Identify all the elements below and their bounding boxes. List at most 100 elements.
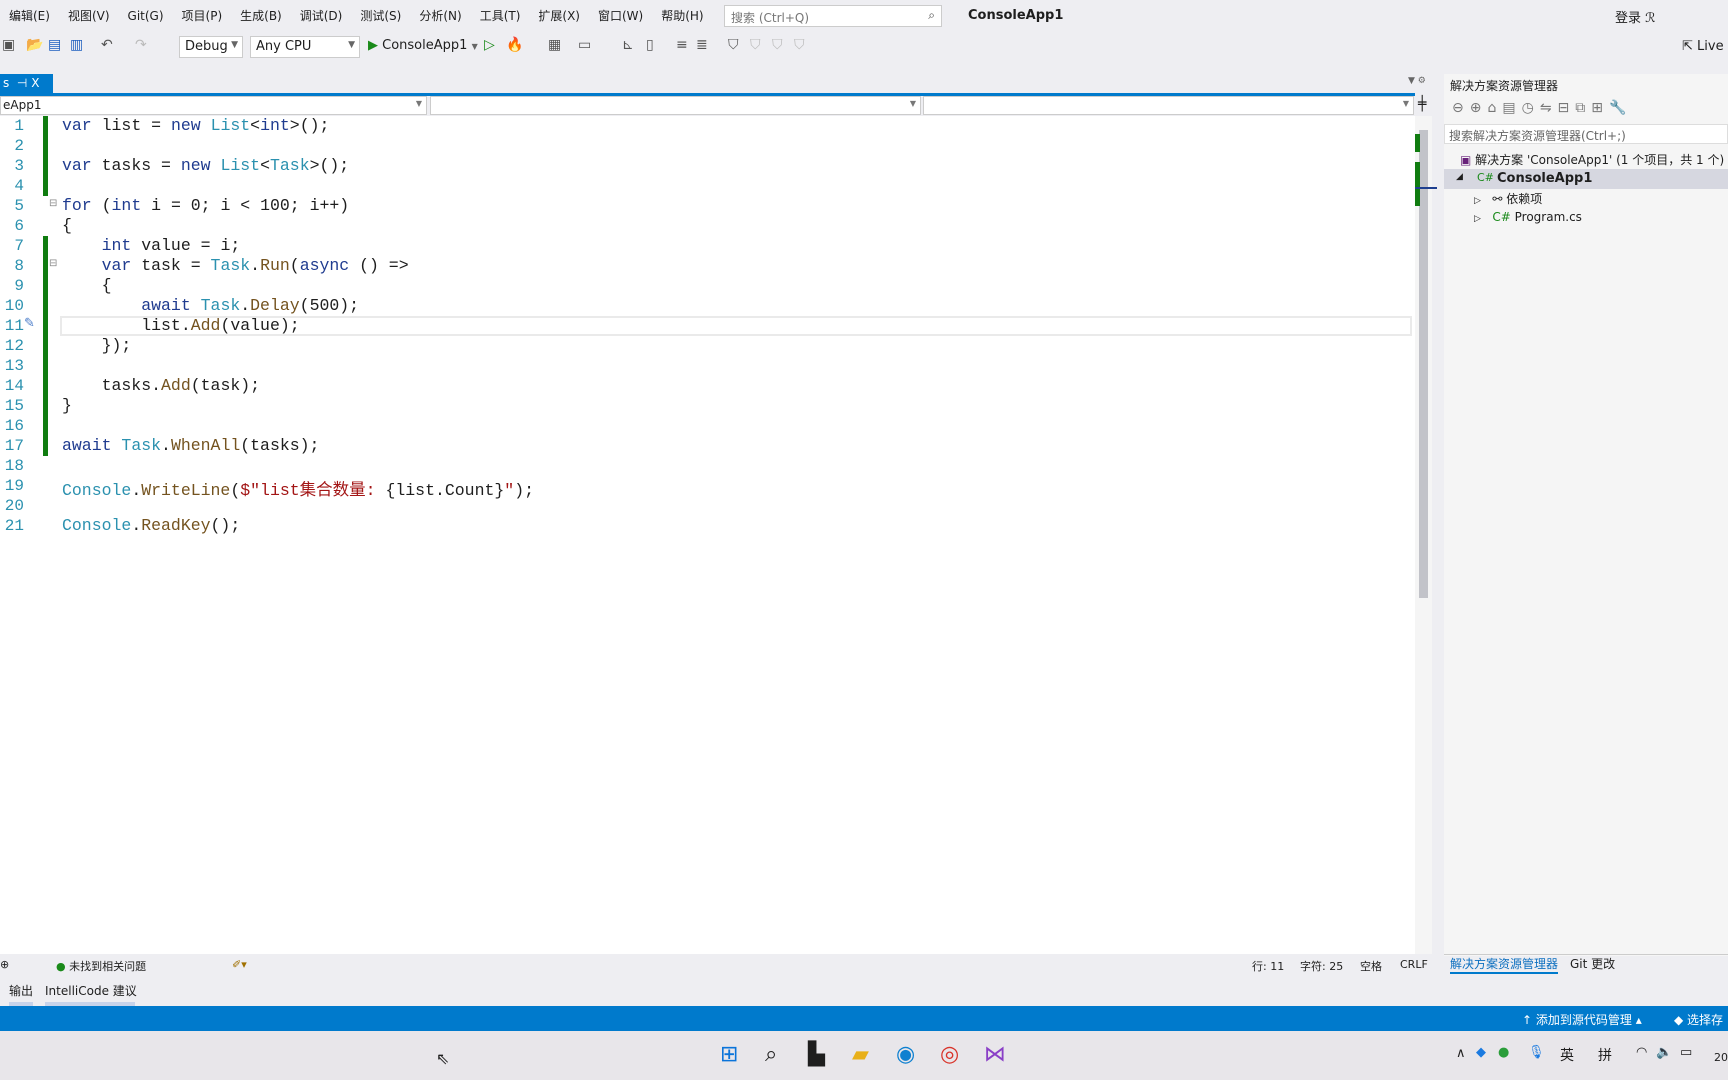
edge-icon[interactable]: ◉ [896, 1042, 915, 1067]
column-icon[interactable]: ▯ [646, 37, 654, 53]
configuration-dropdown[interactable]: Debug ▼ [179, 36, 243, 58]
solution-search-input[interactable]: 搜索解决方案资源管理器(Ctrl+;) [1444, 124, 1728, 144]
search-icon[interactable]: ⌕ [765, 1042, 777, 1067]
live-share-button[interactable]: ⇱ Live [1682, 39, 1724, 54]
solution-icon[interactable]: ▦ [548, 37, 561, 53]
whitespace-indicator[interactable]: 空格 [1360, 958, 1382, 974]
tab-git-changes[interactable]: Git 更改 [1570, 955, 1615, 972]
filter-icon[interactable]: ⊞ [1591, 100, 1609, 116]
search-input[interactable]: 搜索 (Ctrl+Q) ⌕ [724, 5, 942, 27]
uncomment-icon[interactable]: ≣ [696, 37, 708, 53]
code-token: . [131, 516, 142, 535]
menu-item[interactable]: 生成(B) [231, 7, 291, 24]
menu-item[interactable]: 视图(V) [59, 7, 119, 24]
line-number: 4 [14, 177, 24, 195]
comment-icon[interactable]: ≡ [676, 37, 688, 53]
tray-app-icon[interactable]: ◆ [1476, 1045, 1486, 1060]
input-language[interactable]: 英 [1560, 1045, 1574, 1065]
project-nav-dropdown[interactable]: eApp1 ▼ [0, 96, 427, 115]
code-token: Task [210, 256, 251, 275]
back-icon[interactable]: ⊖ [1452, 100, 1470, 116]
ime-mode[interactable]: 拼 [1598, 1045, 1612, 1065]
pin-icon[interactable]: ⊣ [17, 76, 27, 90]
scrollbar-thumb[interactable] [1419, 130, 1428, 598]
tray-chevron-icon[interactable]: ∧ [1456, 1046, 1466, 1061]
tab-intellicode[interactable]: IntelliCode 建议 [45, 982, 137, 999]
member-nav-dropdown[interactable]: ▼ [923, 96, 1414, 115]
step-icon[interactable]: ⊾ [622, 37, 634, 53]
feedback-icon[interactable]: ℛ [1645, 11, 1655, 26]
code-cleanup-icon[interactable]: ✐▾ [232, 958, 247, 971]
bookmark-next-icon[interactable]: ⛉ [772, 37, 783, 53]
menu-item[interactable]: Git(G) [119, 9, 173, 23]
bookmark-clear-icon[interactable]: ⛉ [794, 37, 805, 53]
menu-item[interactable]: 编辑(E) [0, 7, 59, 24]
file-explorer-icon[interactable]: ▰ [852, 1042, 869, 1067]
type-nav-dropdown[interactable]: ▼ [430, 96, 921, 115]
menu-item[interactable]: 工具(T) [471, 7, 530, 24]
new-project-icon[interactable]: ▣ [2, 37, 15, 53]
microphone-icon[interactable]: 🎙 [1528, 1045, 1545, 1060]
split-icon[interactable]: ╪ [1418, 96, 1426, 112]
select-repo-button[interactable]: ◆ 选择存 [1674, 1011, 1723, 1028]
collapse-all-icon[interactable]: ⊟ [1558, 100, 1576, 116]
start-debug-button[interactable]: ▶ ConsoleApp1 ▼ [368, 38, 478, 53]
code-token: {list.Count} [385, 481, 505, 500]
tree-program-cs[interactable]: ▷ C# Program.cs [1474, 210, 1582, 224]
home-icon[interactable]: ⌂ [1487, 100, 1502, 116]
tab-list-icon[interactable]: ▼ ⚙ [1408, 76, 1426, 86]
layout-icon[interactable]: ▭ [578, 37, 591, 53]
quick-action-icon[interactable]: ✎ [24, 316, 35, 331]
intellicode-icon[interactable]: ⊕ [0, 958, 9, 971]
wechat-icon[interactable]: ● [1498, 1045, 1509, 1060]
add-to-source-control-button[interactable]: ↑ 添加到源代码管理 ▴ [1522, 1011, 1642, 1028]
battery-icon[interactable]: ▭ [1680, 1045, 1692, 1060]
tab-solution-explorer[interactable]: 解决方案资源管理器 [1450, 955, 1559, 974]
menu-item[interactable]: 帮助(H) [652, 7, 712, 24]
switch-view-icon[interactable]: ▤ [1502, 100, 1521, 116]
bookmark-prev-icon[interactable]: ⛉ [750, 37, 761, 53]
clock[interactable]: 20 [1714, 1051, 1728, 1064]
collapse-icon[interactable]: ⊟ [49, 198, 57, 209]
undo-icon[interactable]: ↶ [101, 37, 113, 53]
code-token: await [62, 436, 112, 455]
code-token: (500); [299, 296, 360, 315]
visual-studio-icon[interactable]: ⋈ [984, 1042, 1006, 1067]
task-view-icon[interactable]: ▙ [808, 1042, 825, 1067]
tree-dependencies[interactable]: ▷ ⚯ 依赖项 [1474, 190, 1542, 207]
menu-item[interactable]: 分析(N) [410, 7, 470, 24]
collapse-icon[interactable]: ⊟ [49, 258, 57, 269]
show-all-icon[interactable]: ⧉ [1575, 100, 1591, 116]
pending-changes-icon[interactable]: ◷ [1522, 100, 1540, 116]
line-number: 6 [14, 217, 24, 235]
start-icon[interactable]: ⊞ [720, 1042, 738, 1067]
menu-item[interactable]: 项目(P) [173, 7, 232, 24]
save-icon[interactable]: ▤ [48, 37, 61, 53]
tree-solution[interactable]: ▣ 解决方案 'ConsoleApp1' (1 个项目，共 1 个) [1460, 151, 1724, 168]
menu-item[interactable]: 调试(D) [291, 7, 352, 24]
close-icon[interactable]: X [31, 76, 39, 90]
issues-indicator[interactable]: ● 未找到相关问题 [56, 958, 146, 974]
properties-icon[interactable]: 🔧 [1609, 100, 1632, 116]
hot-reload-icon[interactable]: 🔥 [506, 37, 523, 53]
char-indicator: 字符: 25 [1300, 960, 1344, 973]
volume-icon[interactable]: 🔈 [1656, 1045, 1672, 1060]
bookmark-icon[interactable]: ⛉ [728, 37, 739, 53]
save-all-icon[interactable]: ▥ [70, 37, 83, 53]
chrome-icon[interactable]: ◎ [940, 1042, 959, 1067]
menu-item[interactable]: 扩展(X) [529, 7, 589, 24]
platform-dropdown[interactable]: Any CPU ▼ [250, 36, 360, 58]
tab-program-cs[interactable]: s ⊣ X [0, 74, 53, 94]
menu-item[interactable]: 测试(S) [351, 7, 410, 24]
login-button[interactable]: 登录 ℛ [1615, 7, 1656, 26]
tree-project[interactable]: ◢ C# ConsoleApp1 [1444, 169, 1728, 189]
sync-icon[interactable]: ⇋ [1540, 100, 1558, 116]
forward-icon[interactable]: ⊕ [1470, 100, 1488, 116]
eol-indicator[interactable]: CRLF [1400, 958, 1428, 971]
menu-item[interactable]: 窗口(W) [589, 7, 652, 24]
tab-output[interactable]: 输出 [9, 982, 33, 999]
start-without-debug-icon[interactable]: ▷ [484, 37, 495, 53]
wifi-icon[interactable]: ◠ [1636, 1045, 1647, 1060]
redo-icon[interactable]: ↷ [135, 37, 147, 53]
open-icon[interactable]: 📂 [26, 37, 43, 53]
